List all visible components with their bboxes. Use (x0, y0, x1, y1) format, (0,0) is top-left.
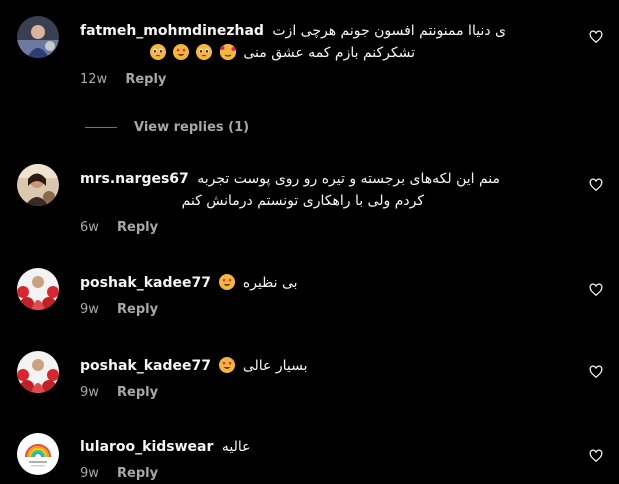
avatar[interactable] (17, 433, 59, 475)
view-replies-label: View replies (1) (134, 119, 250, 135)
like-heart-icon[interactable] (589, 449, 603, 463)
pleading-face-icon (149, 44, 166, 60)
smiling-face-with-heart-eyes-icon (219, 274, 236, 290)
avatar[interactable] (17, 351, 59, 393)
comment-username[interactable]: poshak_kadee77 (80, 275, 211, 291)
like-heart-icon[interactable] (589, 178, 603, 192)
comment-text: بی نظیره (242, 275, 298, 291)
like-heart-icon[interactable] (589, 365, 603, 379)
comment-username[interactable]: fatmeh_mohmdinezhad (80, 23, 264, 39)
comment-username[interactable]: lularoo_kidswear (80, 439, 213, 455)
comment-text: ی دنیاا ممنونتم افسون جونم هرچی ازت (272, 23, 506, 39)
comment-username[interactable]: poshak_kadee77 (80, 358, 211, 374)
comment-username[interactable]: mrs.narges67 (80, 171, 189, 187)
reply-button[interactable]: Reply (125, 72, 166, 87)
reply-button[interactable]: Reply (117, 302, 158, 317)
comment-text: بسیار عالی (242, 358, 308, 374)
pleading-face-icon (196, 44, 213, 60)
reply-button[interactable]: Reply (117, 466, 158, 481)
comment-timestamp: 9w (80, 302, 99, 317)
avatar[interactable] (17, 16, 59, 58)
comment-text: تشکرکنم بازم کمه عشق منی (243, 45, 415, 61)
comment-text: کردم ولی با راهکاری تونستم درمانش کنم (181, 193, 424, 209)
comment-timestamp: 12w (80, 72, 108, 87)
smiling-face-with-heart-eyes-icon (219, 357, 236, 373)
reply-button[interactable]: Reply (117, 385, 158, 400)
emoji-row (149, 44, 239, 61)
comment-text: منم این لکه‌های برجسته و تیره رو روی پوس… (197, 171, 500, 187)
comment-timestamp: 6w (80, 220, 99, 235)
view-replies-divider (85, 126, 117, 128)
like-heart-icon[interactable] (589, 283, 603, 297)
smiling-face-with-heart-eyes-icon (173, 44, 190, 60)
face-with-hearts-icon (219, 44, 236, 60)
comment-text: عالیه (221, 439, 251, 455)
view-replies-button[interactable]: View replies (1) (85, 118, 249, 136)
comment-timestamp: 9w (80, 466, 99, 481)
like-heart-icon[interactable] (589, 30, 603, 44)
comment-timestamp: 9w (80, 385, 99, 400)
reply-button[interactable]: Reply (117, 220, 158, 235)
avatar[interactable] (17, 164, 59, 206)
avatar[interactable] (17, 268, 59, 310)
